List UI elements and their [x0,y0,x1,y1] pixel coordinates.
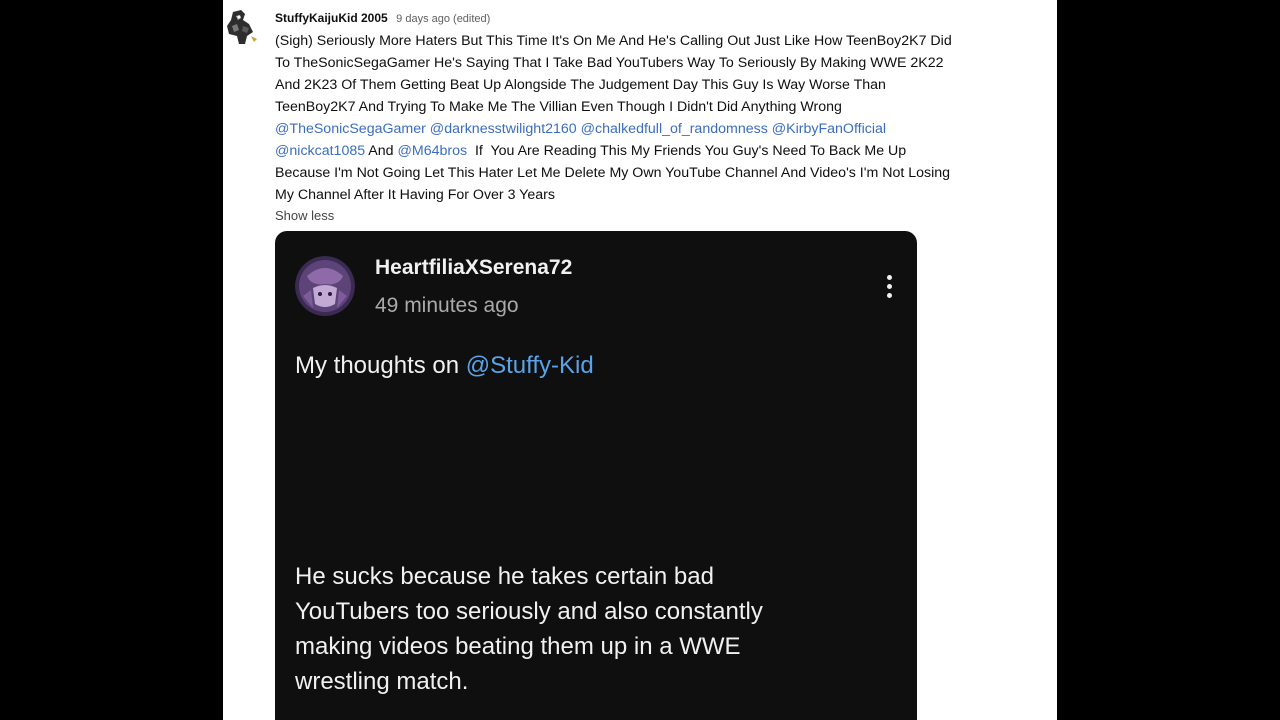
purple-character-avatar-icon[interactable] [295,256,355,316]
mention-link[interactable]: @nickcat1085 [275,143,365,159]
comment-line: TeenBoy2K7 And Trying To Make Me The Vil… [275,99,842,115]
embedded-mention-link: @Stuffy-Kid [465,352,594,379]
more-vertical-icon[interactable] [879,271,899,303]
comment-timestamp[interactable]: 9 days ago (edited) [396,13,490,25]
comment-line: My Channel After It Having For Over 3 Ye… [275,187,555,203]
mentions-line: @TheSonicSegaGamer @darknesstwilight2160… [275,118,1045,140]
comment-text-fragment: If You Are Reading This My Friends You G… [467,143,907,159]
comment-author[interactable]: StuffyKaijuKid 2005 [275,11,388,25]
embedded-line: wrestling match. [295,668,469,695]
comment-text: (Sigh) Seriously More Haters But This Ti… [275,30,1045,206]
kaiju-avatar-icon[interactable] [223,6,261,46]
comment-line: Because I'm Not Going Let This Hater Let… [275,165,951,181]
screen: StuffyKaijuKid 2005 9 days ago (edited) … [0,0,1280,720]
embedded-author: HeartfiliaXSerena72 [375,256,573,279]
mentions-line-2: @nickcat1085 And @M64bros If You Are Rea… [275,140,1045,162]
comment-panel: StuffyKaijuKid 2005 9 days ago (edited) … [223,0,1057,720]
embedded-line: making videos beating them up in a WWE [295,633,741,660]
comment-header: StuffyKaijuKid 2005 9 days ago (edited) [275,9,490,27]
mention-link[interactable]: @M64bros [397,143,467,159]
mention-link[interactable]: @KirbyFanOfficial [772,121,886,137]
show-less-button[interactable]: Show less [275,208,334,223]
embedded-comment-screenshot: HeartfiliaXSerena72 49 minutes ago My th… [275,231,917,720]
embedded-timestamp: 49 minutes ago [375,294,519,317]
mention-link[interactable]: @chalkedfull_of_randomness [581,121,768,137]
embedded-paragraph: He sucks because he takes certain bad Yo… [295,559,895,699]
embedded-first-line: My thoughts on @Stuffy-Kid [295,352,594,380]
comment-text-fragment: And [365,143,398,159]
mention-link[interactable]: @darknesstwilight2160 [430,121,577,137]
comment-line: (Sigh) Seriously More Haters But This Ti… [275,33,952,49]
comment-line: And 2K23 Of Them Getting Beat Up Alongsi… [275,77,886,93]
mention-link[interactable]: @TheSonicSegaGamer [275,121,426,137]
comment-line: To TheSonicSegaGamer He's Saying That I … [275,55,944,71]
embedded-line: YouTubers too seriously and also constan… [295,598,763,625]
embedded-text-fragment: My thoughts on [295,352,466,379]
embedded-line: He sucks because he takes certain bad [295,563,714,590]
